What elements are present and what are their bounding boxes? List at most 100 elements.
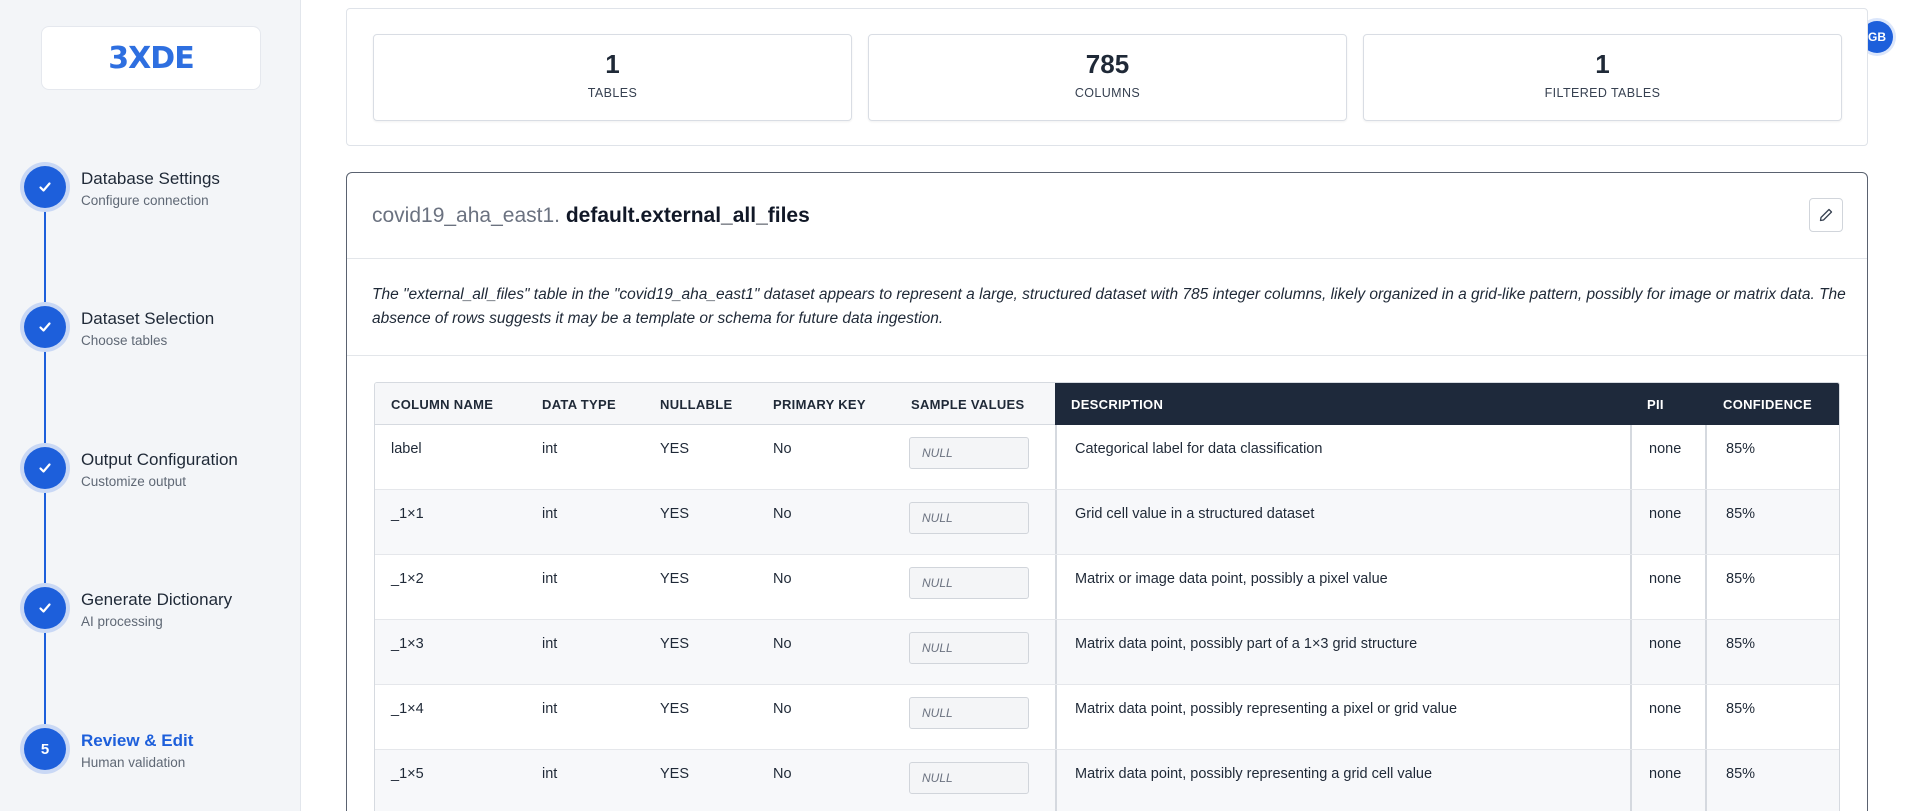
cell-pii[interactable]: none	[1649, 766, 1681, 782]
description-cell[interactable]: Categorical label for data classificatio…	[1075, 441, 1322, 457]
description-cell[interactable]: Matrix data point, possibly representing…	[1075, 766, 1432, 782]
step-database-settings[interactable]: Database Settings Configure connection	[24, 166, 284, 216]
sample-values-field[interactable]: NULL	[909, 502, 1029, 534]
sample-values-field[interactable]: NULL	[909, 437, 1029, 469]
step-subtitle: Configure connection	[81, 193, 209, 208]
table-row: _1×5 int YES No NULL Matrix data point, …	[375, 750, 1839, 811]
table-row: _1×1 int YES No NULL Grid cell value in …	[375, 490, 1839, 555]
step-output-configuration[interactable]: Output Configuration Customize output	[24, 447, 284, 497]
cell-data-type: int	[542, 571, 558, 587]
cell-pii[interactable]: none	[1649, 571, 1681, 587]
cell-pii[interactable]: none	[1649, 441, 1681, 457]
sample-values-field[interactable]: NULL	[909, 567, 1029, 599]
stat-label: COLUMNS	[1074, 86, 1141, 100]
header-nullable[interactable]: NULLABLE	[660, 397, 732, 412]
step-complete-circle	[24, 166, 66, 208]
header-confidence[interactable]: CONFIDENCE	[1723, 397, 1812, 412]
header-primary-key[interactable]: PRIMARY KEY	[773, 397, 866, 412]
logo[interactable]: 3XDE	[41, 26, 261, 90]
stat-value: 1	[605, 49, 620, 79]
cell-column-name: _1×4	[391, 701, 424, 717]
description-cell[interactable]: Matrix data point, possibly part of a 1×…	[1075, 636, 1417, 652]
cell-primary-key: No	[773, 506, 792, 522]
sample-values-field[interactable]: NULL	[909, 632, 1029, 664]
step-dataset-selection[interactable]: Dataset Selection Choose tables	[24, 306, 284, 356]
cell-confidence: 85%	[1726, 506, 1756, 522]
step-subtitle: Human validation	[81, 755, 186, 770]
column-divider	[1055, 555, 1057, 619]
edit-table-button[interactable]	[1809, 198, 1843, 232]
sample-values-field[interactable]: NULL	[909, 762, 1029, 794]
column-divider	[1055, 425, 1057, 489]
table-name: default.external_all_files	[565, 204, 810, 227]
table-title: covid19_aha_east1. default.external_all_…	[372, 204, 810, 228]
cell-confidence: 85%	[1726, 766, 1756, 782]
stat-label: FILTERED TABLES	[1544, 86, 1661, 100]
cell-primary-key: No	[773, 441, 792, 457]
cell-column-name: label	[391, 441, 422, 457]
step-title: Review & Edit	[81, 731, 194, 750]
column-divider	[1630, 620, 1632, 684]
stat-value: 1	[1595, 49, 1610, 79]
step-subtitle: AI processing	[81, 614, 163, 629]
pencil-icon	[1819, 208, 1833, 222]
cell-column-name: _1×3	[391, 636, 424, 652]
table-row: _1×3 int YES No NULL Matrix data point, …	[375, 620, 1839, 685]
table-row: _1×4 int YES No NULL Matrix data point, …	[375, 685, 1839, 750]
cell-data-type: int	[542, 441, 558, 457]
header-column-name[interactable]: COLUMN NAME	[391, 397, 493, 412]
header-description[interactable]: DESCRIPTION	[1071, 397, 1163, 412]
check-icon	[39, 182, 51, 192]
check-icon	[39, 463, 51, 473]
check-icon	[39, 322, 51, 332]
cell-nullable: YES	[660, 571, 690, 587]
step-number-circle: 5	[24, 728, 66, 770]
cell-pii[interactable]: none	[1649, 636, 1681, 652]
sample-values-field[interactable]: NULL	[909, 697, 1029, 729]
table-row: _1×2 int YES No NULL Matrix or image dat…	[375, 555, 1839, 620]
description-cell[interactable]: Grid cell value in a structured dataset	[1075, 506, 1314, 522]
column-divider	[1055, 620, 1057, 684]
description-cell[interactable]: Matrix or image data point, possibly a p…	[1075, 571, 1388, 587]
stats-panel: 1 TABLES 785 COLUMNS 1 FILTERED TABLES	[346, 8, 1868, 146]
cell-nullable: YES	[660, 506, 690, 522]
header-sample-values[interactable]: SAMPLE VALUES	[911, 397, 1024, 412]
cell-confidence: 85%	[1726, 701, 1756, 717]
column-divider	[1630, 490, 1632, 554]
cell-pii[interactable]: none	[1649, 506, 1681, 522]
cell-data-type: int	[542, 701, 558, 717]
cell-nullable: YES	[660, 701, 690, 717]
header-data-type[interactable]: DATA TYPE	[542, 397, 616, 412]
stat-value: 785	[1085, 49, 1130, 79]
step-complete-circle	[24, 306, 66, 348]
stat-card-tables: 1 TABLES	[373, 34, 852, 121]
cell-primary-key: No	[773, 701, 792, 717]
step-title: Generate Dictionary	[81, 590, 233, 609]
cell-confidence: 85%	[1726, 441, 1756, 457]
table-panel-header: covid19_aha_east1. default.external_all_…	[347, 173, 1867, 259]
stat-card-columns: 785 COLUMNS	[868, 34, 1347, 121]
description-cell[interactable]: Matrix data point, possibly representing…	[1075, 701, 1457, 717]
step-complete-circle	[24, 587, 66, 629]
step-subtitle: Customize output	[81, 474, 187, 489]
header-pii[interactable]: PII	[1647, 397, 1664, 412]
divider	[347, 355, 1867, 356]
step-review-edit[interactable]: 5 Review & Edit Human validation	[24, 728, 284, 778]
step-title: Database Settings	[81, 169, 220, 188]
step-generate-dictionary[interactable]: Generate Dictionary AI processing	[24, 587, 284, 637]
step-subtitle: Choose tables	[81, 333, 168, 348]
step-title: Dataset Selection	[81, 309, 215, 328]
cell-pii[interactable]: none	[1649, 701, 1681, 717]
table-detail-panel: covid19_aha_east1. default.external_all_…	[346, 172, 1868, 811]
cell-column-name: _1×5	[391, 766, 424, 782]
cell-confidence: 85%	[1726, 636, 1756, 652]
columns-table: COLUMN NAME DATA TYPE NULLABLE PRIMARY K…	[374, 382, 1840, 811]
cell-nullable: YES	[660, 636, 690, 652]
step-title: Output Configuration	[81, 450, 238, 469]
table-description: The "external_all_files" table in the "c…	[372, 286, 1846, 327]
cell-data-type: int	[542, 766, 558, 782]
column-divider	[1705, 685, 1707, 749]
cell-primary-key: No	[773, 571, 792, 587]
table-header-row: COLUMN NAME DATA TYPE NULLABLE PRIMARY K…	[375, 383, 1839, 425]
column-divider	[1630, 685, 1632, 749]
